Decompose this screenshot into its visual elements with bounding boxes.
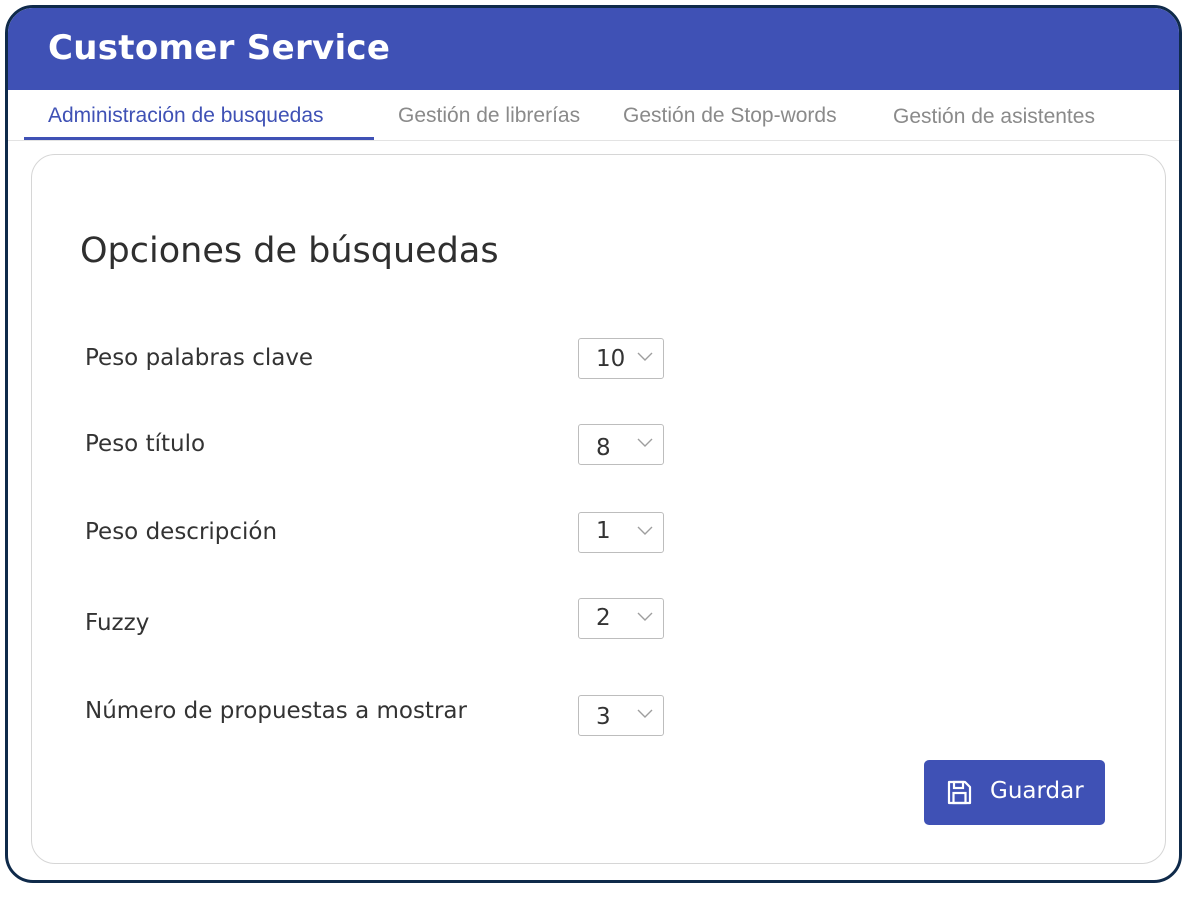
save-button-label: Guardar bbox=[990, 778, 1084, 804]
chevron-down-icon bbox=[637, 612, 653, 621]
chevron-down-icon bbox=[637, 526, 653, 535]
select-value: 3 bbox=[596, 704, 611, 730]
app-window: Customer Service Administración de busqu… bbox=[5, 5, 1182, 883]
search-options-card: Opciones de búsquedas Peso palabras clav… bbox=[31, 154, 1166, 864]
option-label-peso-descripcion: Peso descripción bbox=[85, 519, 278, 545]
select-value: 10 bbox=[596, 346, 626, 372]
floppy-disk-icon bbox=[947, 780, 972, 805]
active-tab-indicator bbox=[24, 137, 374, 140]
option-label-peso-palabras-clave: Peso palabras clave bbox=[85, 345, 314, 371]
chevron-down-icon bbox=[637, 352, 653, 361]
select-peso-descripcion[interactable]: 1 bbox=[578, 512, 664, 553]
select-value: 1 bbox=[596, 518, 611, 544]
select-numero-propuestas[interactable]: 3 bbox=[578, 695, 664, 736]
tab-bar: Administración de busquedas Gestión de l… bbox=[8, 90, 1179, 141]
tab-administracion-busquedas[interactable]: Administración de busquedas bbox=[48, 104, 324, 128]
select-peso-palabras-clave[interactable]: 10 bbox=[578, 338, 664, 379]
option-label-peso-titulo: Peso título bbox=[85, 431, 206, 457]
chevron-down-icon bbox=[637, 438, 653, 447]
save-button[interactable]: Guardar bbox=[924, 760, 1105, 825]
select-fuzzy[interactable]: 2 bbox=[578, 598, 664, 639]
option-label-numero-propuestas: Número de propuestas a mostrar bbox=[85, 698, 467, 724]
section-title: Opciones de búsquedas bbox=[80, 231, 499, 271]
select-value: 2 bbox=[596, 605, 611, 631]
option-label-fuzzy: Fuzzy bbox=[85, 610, 150, 636]
app-header: Customer Service bbox=[8, 8, 1179, 90]
tab-gestion-stop-words[interactable]: Gestión de Stop-words bbox=[623, 104, 837, 128]
select-peso-titulo[interactable]: 8 bbox=[578, 424, 664, 465]
chevron-down-icon bbox=[637, 709, 653, 718]
tab-gestion-asistentes[interactable]: Gestión de asistentes bbox=[893, 105, 1095, 129]
select-value: 8 bbox=[596, 435, 611, 461]
app-title: Customer Service bbox=[48, 28, 391, 68]
tab-gestion-librerias[interactable]: Gestión de librerías bbox=[398, 104, 580, 128]
